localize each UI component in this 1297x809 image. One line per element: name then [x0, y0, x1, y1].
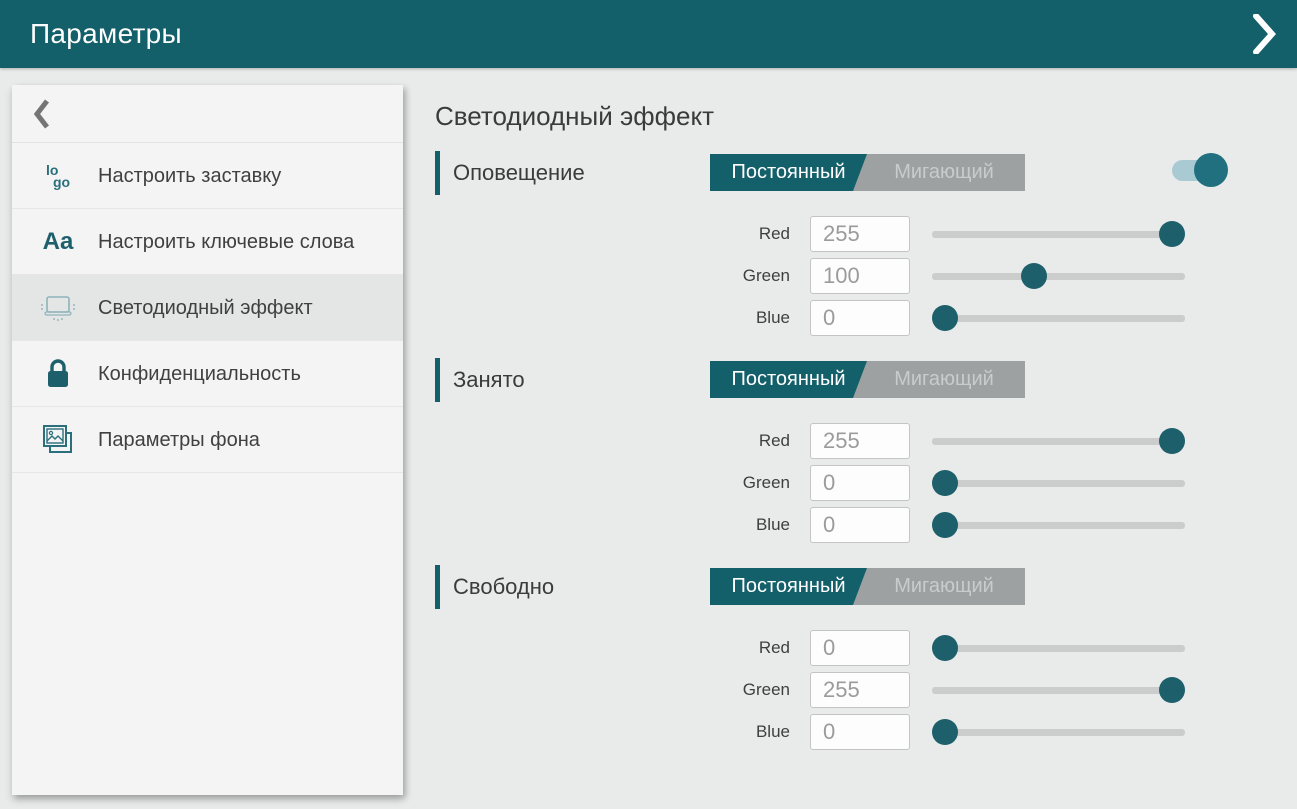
- blue-slider[interactable]: [932, 305, 1185, 331]
- slider-thumb[interactable]: [1159, 428, 1185, 454]
- slider-track: [932, 729, 1185, 736]
- channel-label: Blue: [435, 308, 790, 328]
- toggle-thumb: [1194, 153, 1228, 187]
- slider-thumb[interactable]: [1159, 677, 1185, 703]
- red-slider[interactable]: [932, 428, 1185, 454]
- back-chevron-icon: [34, 99, 50, 129]
- slider-thumb[interactable]: [932, 635, 958, 661]
- red-value-input[interactable]: [810, 216, 910, 252]
- slider-thumb[interactable]: [1021, 263, 1047, 289]
- sidebar-item-label: Конфиденциальность: [98, 361, 301, 387]
- font-icon: Aa: [38, 228, 78, 256]
- sidebar-item-background[interactable]: Параметры фона: [12, 407, 403, 473]
- mode-blinking-button[interactable]: Мигающий: [853, 361, 1025, 398]
- blue-value-input[interactable]: [810, 300, 910, 336]
- blue-slider[interactable]: [932, 719, 1185, 745]
- mode-segmented-control: Постоянный Мигающий: [710, 361, 1025, 398]
- app-header: Параметры: [0, 0, 1297, 68]
- section-label: Занято: [453, 367, 525, 393]
- slider-track: [932, 438, 1185, 445]
- background-images-icon: [38, 424, 78, 456]
- channel-label: Blue: [435, 515, 790, 535]
- red-slider[interactable]: [932, 221, 1185, 247]
- section-alert: Оповещение Постоянный Мигающий Red Green: [435, 151, 1297, 339]
- blue-slider[interactable]: [932, 512, 1185, 538]
- sidebar-item-label: Светодиодный эффект: [98, 295, 313, 321]
- channel-row-blue: Blue: [435, 504, 1297, 546]
- channel-label: Red: [435, 224, 790, 244]
- red-slider[interactable]: [932, 635, 1185, 661]
- sidebar-item-privacy[interactable]: Конфиденциальность: [12, 341, 403, 407]
- section-accent-bar: [435, 358, 440, 402]
- alert-enabled-toggle[interactable]: [1172, 152, 1228, 188]
- channel-label: Red: [435, 431, 790, 451]
- red-value-input[interactable]: [810, 630, 910, 666]
- main-content: Светодиодный эффект Оповещение Постоянны…: [435, 68, 1297, 809]
- sidebar-item-keywords[interactable]: Aa Настроить ключевые слова: [12, 209, 403, 275]
- green-slider[interactable]: [932, 470, 1185, 496]
- channel-label: Green: [435, 473, 790, 493]
- blue-value-input[interactable]: [810, 714, 910, 750]
- sidebar: lo go Настроить заставку Aa Настроить кл…: [12, 85, 403, 795]
- sidebar-item-led-effect[interactable]: Светодиодный эффект: [12, 275, 403, 341]
- channel-row-green: Green: [435, 462, 1297, 504]
- mode-blinking-button[interactable]: Мигающий: [853, 568, 1025, 605]
- content-title: Светодиодный эффект: [435, 101, 1297, 132]
- slider-track: [932, 687, 1185, 694]
- mode-segmented-control: Постоянный Мигающий: [710, 154, 1025, 191]
- sidebar-item-label: Параметры фона: [98, 427, 260, 453]
- led-display-icon: [38, 293, 78, 323]
- section-accent-bar: [435, 151, 440, 195]
- slider-thumb[interactable]: [932, 512, 958, 538]
- mode-solid-button[interactable]: Постоянный: [710, 154, 867, 191]
- channel-row-green: Green: [435, 669, 1297, 711]
- green-slider[interactable]: [932, 677, 1185, 703]
- blue-value-input[interactable]: [810, 507, 910, 543]
- sidebar-item-screensaver[interactable]: lo go Настроить заставку: [12, 143, 403, 209]
- logo-icon: lo go: [38, 164, 78, 188]
- slider-track: [932, 522, 1185, 529]
- green-value-input[interactable]: [810, 672, 910, 708]
- slider-track: [932, 231, 1185, 238]
- sidebar-item-label: Настроить ключевые слова: [98, 229, 354, 255]
- slider-thumb[interactable]: [1159, 221, 1185, 247]
- channel-row-blue: Blue: [435, 297, 1297, 339]
- channel-label: Green: [435, 266, 790, 286]
- section-accent-bar: [435, 565, 440, 609]
- section-label: Оповещение: [453, 160, 585, 186]
- red-value-input[interactable]: [810, 423, 910, 459]
- channel-label: Red: [435, 638, 790, 658]
- slider-track: [932, 315, 1185, 322]
- green-value-input[interactable]: [810, 258, 910, 294]
- channel-row-red: Red: [435, 627, 1297, 669]
- sidebar-item-label: Настроить заставку: [98, 163, 281, 189]
- channel-label: Blue: [435, 722, 790, 742]
- mode-solid-button[interactable]: Постоянный: [710, 568, 867, 605]
- section-busy: Занято Постоянный Мигающий Red Green: [435, 358, 1297, 546]
- channel-row-blue: Blue: [435, 711, 1297, 753]
- section-free: Свободно Постоянный Мигающий Red Green: [435, 565, 1297, 753]
- sidebar-back-button[interactable]: [12, 85, 403, 143]
- slider-track: [932, 645, 1185, 652]
- mode-segmented-control: Постоянный Мигающий: [710, 568, 1025, 605]
- page-title: Параметры: [30, 18, 182, 50]
- slider-thumb[interactable]: [932, 305, 958, 331]
- mode-solid-button[interactable]: Постоянный: [710, 361, 867, 398]
- channel-row-red: Red: [435, 420, 1297, 462]
- forward-chevron-icon[interactable]: [1251, 14, 1277, 54]
- mode-blinking-button[interactable]: Мигающий: [853, 154, 1025, 191]
- channel-row-red: Red: [435, 213, 1297, 255]
- lock-icon: [38, 359, 78, 389]
- slider-track: [932, 273, 1185, 280]
- slider-thumb[interactable]: [932, 470, 958, 496]
- slider-track: [932, 480, 1185, 487]
- section-label: Свободно: [453, 574, 554, 600]
- green-value-input[interactable]: [810, 465, 910, 501]
- slider-thumb[interactable]: [932, 719, 958, 745]
- channel-row-green: Green: [435, 255, 1297, 297]
- channel-label: Green: [435, 680, 790, 700]
- green-slider[interactable]: [932, 263, 1185, 289]
